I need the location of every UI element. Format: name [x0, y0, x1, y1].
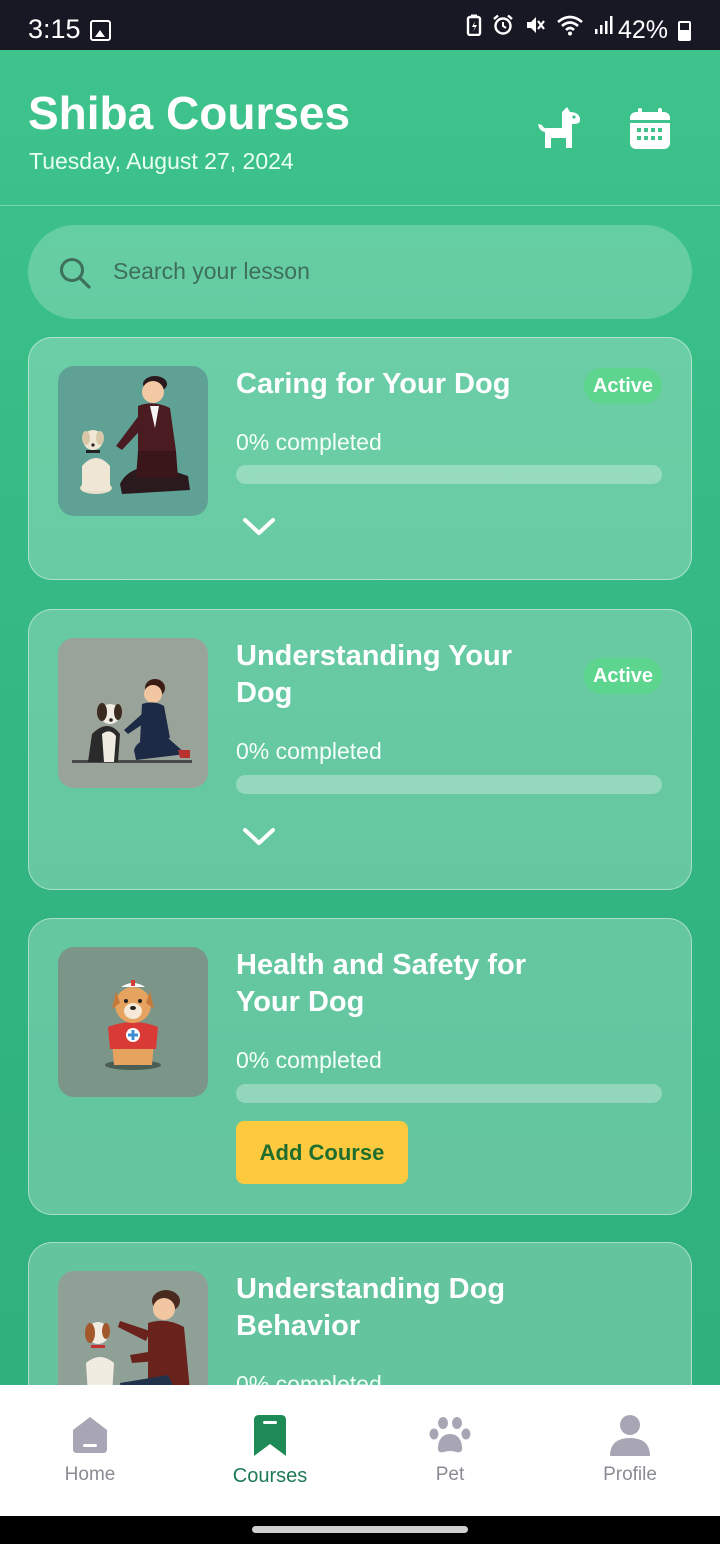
- course-title: Caring for Your Dog: [236, 368, 511, 400]
- status-bar: 3:15 42%: [0, 0, 720, 50]
- status-badge: Active: [583, 658, 662, 694]
- add-course-button[interactable]: Add Course: [236, 1121, 408, 1184]
- pet-button[interactable]: [532, 102, 586, 156]
- search-icon: [60, 258, 91, 289]
- search-bar[interactable]: Search your lesson: [28, 225, 692, 319]
- chevron-down-icon[interactable]: [242, 515, 276, 539]
- status-time: 3:15: [28, 14, 81, 44]
- page-title: Shiba Courses: [28, 87, 351, 139]
- nav-profile-label: Profile: [603, 1464, 657, 1485]
- man-petting-dog-illustration: [85, 1290, 190, 1385]
- nav-courses-label: Courses: [232, 1465, 308, 1487]
- course-title: Understanding Your Dog: [236, 640, 513, 709]
- calendar-button[interactable]: [623, 102, 677, 156]
- current-date: Tuesday, August 27, 2024: [29, 148, 294, 174]
- home-gesture-handle[interactable]: [252, 1526, 468, 1533]
- progress-bar: [236, 775, 662, 794]
- bookmark-icon: [254, 1415, 286, 1456]
- courses-screen: Shiba Courses Tuesday, August 27, 2024 S…: [0, 50, 720, 1385]
- course-card[interactable]: Health and Safety for Your Dog 0% comple…: [28, 918, 692, 1215]
- course-card[interactable]: Understanding Your Dog Active 0% complet…: [28, 609, 692, 890]
- course-thumbnail: [58, 947, 208, 1097]
- course-title: Understanding Dog Behavior: [236, 1273, 506, 1342]
- course-thumbnail: [58, 366, 208, 516]
- status-icons: [466, 14, 614, 36]
- alarm-icon: [493, 14, 513, 35]
- header: Shiba Courses Tuesday, August 27, 2024: [0, 50, 720, 206]
- course-card[interactable]: Understanding Dog Behavior 0% completed: [28, 1242, 692, 1385]
- course-thumbnail: [58, 1271, 208, 1385]
- nav-home[interactable]: Home: [0, 1385, 180, 1516]
- woman-with-dog-illustration: [72, 679, 192, 763]
- status-badge: Active: [583, 368, 662, 404]
- signal-icon: [595, 16, 613, 34]
- nav-courses[interactable]: Courses: [180, 1385, 360, 1516]
- nav-profile[interactable]: Profile: [540, 1385, 720, 1516]
- chevron-down-icon[interactable]: [242, 825, 276, 849]
- calendar-icon: [630, 108, 670, 149]
- battery-percent: 42%: [618, 16, 669, 44]
- progress-bar: [236, 1084, 662, 1103]
- rescue-dog-illustration: [105, 980, 161, 1070]
- progress-label: 0% completed: [236, 1047, 382, 1073]
- man-with-dog-illustration: [80, 376, 190, 494]
- progress-label: 0% completed: [236, 738, 382, 764]
- search-input[interactable]: Search your lesson: [113, 258, 310, 285]
- course-card[interactable]: Caring for Your Dog Active 0% completed: [28, 337, 692, 580]
- course-title: Health and Safety for Your Dog: [236, 949, 527, 1018]
- wifi-icon: [557, 15, 583, 36]
- person-icon: [610, 1415, 650, 1456]
- gallery-notification-icon: [90, 20, 111, 41]
- bottom-navigation: Home Courses Pet Profile: [0, 1385, 720, 1516]
- mute-icon: [527, 17, 545, 33]
- nav-home-label: Home: [64, 1464, 116, 1485]
- course-thumbnail: [58, 638, 208, 788]
- battery-icon: [678, 21, 691, 41]
- nav-pet-label: Pet: [435, 1464, 465, 1485]
- dog-icon: [538, 107, 580, 148]
- paw-icon: [429, 1417, 471, 1453]
- gesture-bar: [0, 1516, 720, 1544]
- home-icon: [73, 1417, 107, 1453]
- nav-pet[interactable]: Pet: [360, 1385, 540, 1516]
- progress-bar: [236, 465, 662, 484]
- progress-label: 0% completed: [236, 1371, 382, 1385]
- battery-saver-icon: [466, 14, 482, 36]
- progress-label: 0% completed: [236, 429, 382, 455]
